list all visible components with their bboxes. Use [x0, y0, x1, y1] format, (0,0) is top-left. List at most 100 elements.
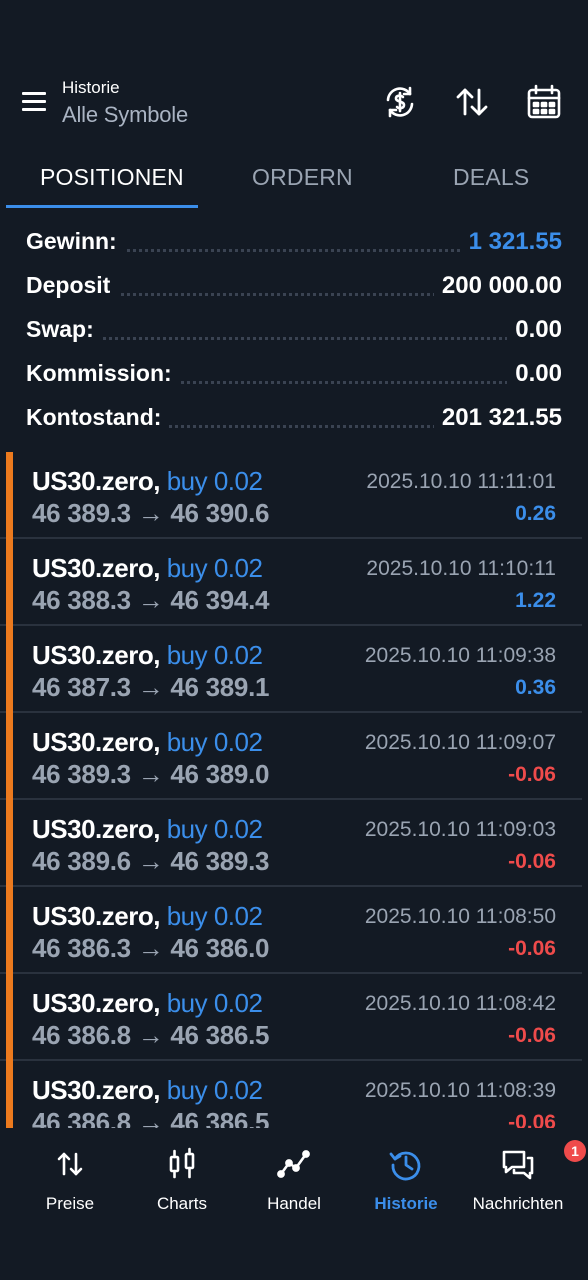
- position-row[interactable]: US30.zero, buy 0.02 46 388.3 → 46 394.4 …: [0, 539, 582, 626]
- trend-line-icon: [276, 1146, 312, 1182]
- position-side: buy 0.02: [166, 1075, 263, 1105]
- arrows-updown-icon: [52, 1146, 88, 1182]
- candlestick-icon: [164, 1146, 200, 1182]
- tab-indicator: [6, 205, 198, 208]
- nav-label: Historie: [374, 1194, 438, 1213]
- summary-kontostand: Kontostand: 201 321.55: [26, 398, 562, 438]
- symbol-filter[interactable]: Alle Symbole: [62, 102, 188, 128]
- position-row[interactable]: US30.zero, buy 0.02 46 386.3 → 46 386.0 …: [0, 887, 582, 974]
- nav-historie[interactable]: Historie: [350, 1142, 462, 1213]
- position-symbol: US30.zero,: [32, 814, 160, 844]
- position-prices: 46 389.3 → 46 390.6: [32, 498, 270, 528]
- nav-label: Charts: [156, 1194, 208, 1213]
- position-symbol: US30.zero,: [32, 553, 160, 583]
- position-time: 2025.10.10 11:08:39: [364, 1079, 556, 1102]
- position-profit: -0.06: [508, 1111, 556, 1128]
- sort-icon[interactable]: [454, 84, 490, 120]
- menu-icon[interactable]: [20, 88, 48, 116]
- position-row[interactable]: US30.zero, buy 0.02 46 389.3 → 46 389.0 …: [0, 713, 582, 800]
- position-profit: -0.06: [508, 1024, 556, 1047]
- buy-indicator-bar: [6, 800, 13, 887]
- gewinn-label: Gewinn:: [26, 228, 125, 255]
- gewinn-value: 1 321.55: [460, 228, 562, 256]
- position-time: 2025.10.10 11:09:03: [364, 818, 556, 841]
- position-prices: 46 389.6 → 46 389.3: [32, 846, 270, 876]
- deposit-value: 200 000.00: [433, 272, 562, 300]
- summary-swap: Swap: 0.00: [26, 310, 562, 350]
- summary-kommission: Kommission: 0.00: [26, 354, 562, 394]
- summary-deposit: Deposit 200 000.00: [26, 266, 562, 306]
- position-symbol: US30.zero,: [32, 727, 160, 757]
- positions-list[interactable]: US30.zero, buy 0.02 46 389.3 → 46 390.6 …: [0, 452, 588, 1128]
- kontostand-label: Kontostand:: [26, 404, 170, 431]
- position-prices: 46 386.3 → 46 386.0: [32, 933, 270, 963]
- position-profit: -0.06: [508, 850, 556, 873]
- currency-exchange-icon[interactable]: [382, 84, 418, 120]
- position-side: buy 0.02: [166, 640, 263, 670]
- buy-indicator-bar: [6, 887, 13, 974]
- bottom-navigation: Preise Charts Handel Historie 1 Nachrich…: [0, 1128, 588, 1280]
- history-icon: [388, 1146, 424, 1182]
- nav-nachrichten[interactable]: 1 Nachrichten: [462, 1140, 586, 1213]
- calendar-icon[interactable]: [526, 84, 562, 120]
- leader-dots: [26, 337, 562, 340]
- position-prices: 46 386.8 → 46 386.5: [32, 1107, 270, 1128]
- position-time: 2025.10.10 11:09:38: [364, 644, 556, 667]
- position-side: buy 0.02: [166, 727, 263, 757]
- position-prices: 46 389.3 → 46 389.0: [32, 759, 270, 789]
- position-profit: 1.22: [515, 589, 556, 612]
- summary-gewinn: Gewinn: 1 321.55: [26, 222, 562, 262]
- position-side: buy 0.02: [166, 988, 263, 1018]
- kontostand-value: 201 321.55: [433, 404, 562, 432]
- position-time: 2025.10.10 11:10:11: [366, 557, 556, 580]
- kommission-value: 0.00: [507, 360, 562, 388]
- position-profit: 0.26: [515, 502, 556, 525]
- position-side: buy 0.02: [166, 553, 263, 583]
- position-profit: -0.06: [508, 763, 556, 786]
- position-time: 2025.10.10 11:11:01: [366, 470, 556, 493]
- buy-indicator-bar: [6, 452, 13, 539]
- position-symbol: US30.zero,: [32, 988, 160, 1018]
- position-symbol: US30.zero,: [32, 466, 160, 496]
- chat-icon: 1: [500, 1140, 586, 1182]
- nav-label: Handel: [267, 1194, 321, 1213]
- tab-ordern[interactable]: ORDERN: [252, 164, 353, 191]
- buy-indicator-bar: [6, 539, 13, 626]
- tab-positionen[interactable]: POSITIONEN: [40, 164, 184, 191]
- nav-preise[interactable]: Preise: [14, 1142, 126, 1213]
- position-prices: 46 388.3 → 46 394.4: [32, 585, 270, 615]
- position-side: buy 0.02: [166, 466, 263, 496]
- position-row[interactable]: US30.zero, buy 0.02 46 387.3 → 46 389.1 …: [0, 626, 582, 713]
- position-side: buy 0.02: [166, 814, 263, 844]
- position-time: 2025.10.10 11:08:50: [364, 905, 556, 928]
- nav-label: Nachrichten: [472, 1194, 564, 1213]
- nav-label: Preise: [45, 1194, 95, 1213]
- kommission-label: Kommission:: [26, 360, 180, 387]
- tab-deals[interactable]: DEALS: [453, 164, 529, 191]
- position-row[interactable]: US30.zero, buy 0.02 46 389.3 → 46 390.6 …: [0, 452, 582, 539]
- app-header: Historie Alle Symbole: [0, 0, 588, 148]
- position-row[interactable]: US30.zero, buy 0.02 46 386.8 → 46 386.5 …: [0, 1061, 582, 1128]
- buy-indicator-bar: [6, 974, 13, 1061]
- position-symbol: US30.zero,: [32, 1075, 160, 1105]
- position-time: 2025.10.10 11:08:42: [364, 992, 556, 1015]
- position-profit: 0.36: [515, 676, 556, 699]
- history-tabs: POSITIONEN ORDERN DEALS: [0, 148, 588, 210]
- swap-value: 0.00: [507, 316, 562, 344]
- notification-badge: 1: [564, 1140, 586, 1162]
- buy-indicator-bar: [6, 713, 13, 800]
- position-symbol: US30.zero,: [32, 901, 160, 931]
- position-symbol: US30.zero,: [32, 640, 160, 670]
- position-prices: 46 386.8 → 46 386.5: [32, 1020, 270, 1050]
- nav-handel[interactable]: Handel: [238, 1142, 350, 1213]
- position-row[interactable]: US30.zero, buy 0.02 46 386.8 → 46 386.5 …: [0, 974, 582, 1061]
- position-time: 2025.10.10 11:09:07: [364, 731, 556, 754]
- deposit-label: Deposit: [26, 272, 119, 299]
- buy-indicator-bar: [6, 626, 13, 713]
- position-profit: -0.06: [508, 937, 556, 960]
- position-side: buy 0.02: [166, 901, 263, 931]
- nav-charts[interactable]: Charts: [126, 1142, 238, 1213]
- swap-label: Swap:: [26, 316, 102, 343]
- position-row[interactable]: US30.zero, buy 0.02 46 389.6 → 46 389.3 …: [0, 800, 582, 887]
- position-prices: 46 387.3 → 46 389.1: [32, 672, 270, 702]
